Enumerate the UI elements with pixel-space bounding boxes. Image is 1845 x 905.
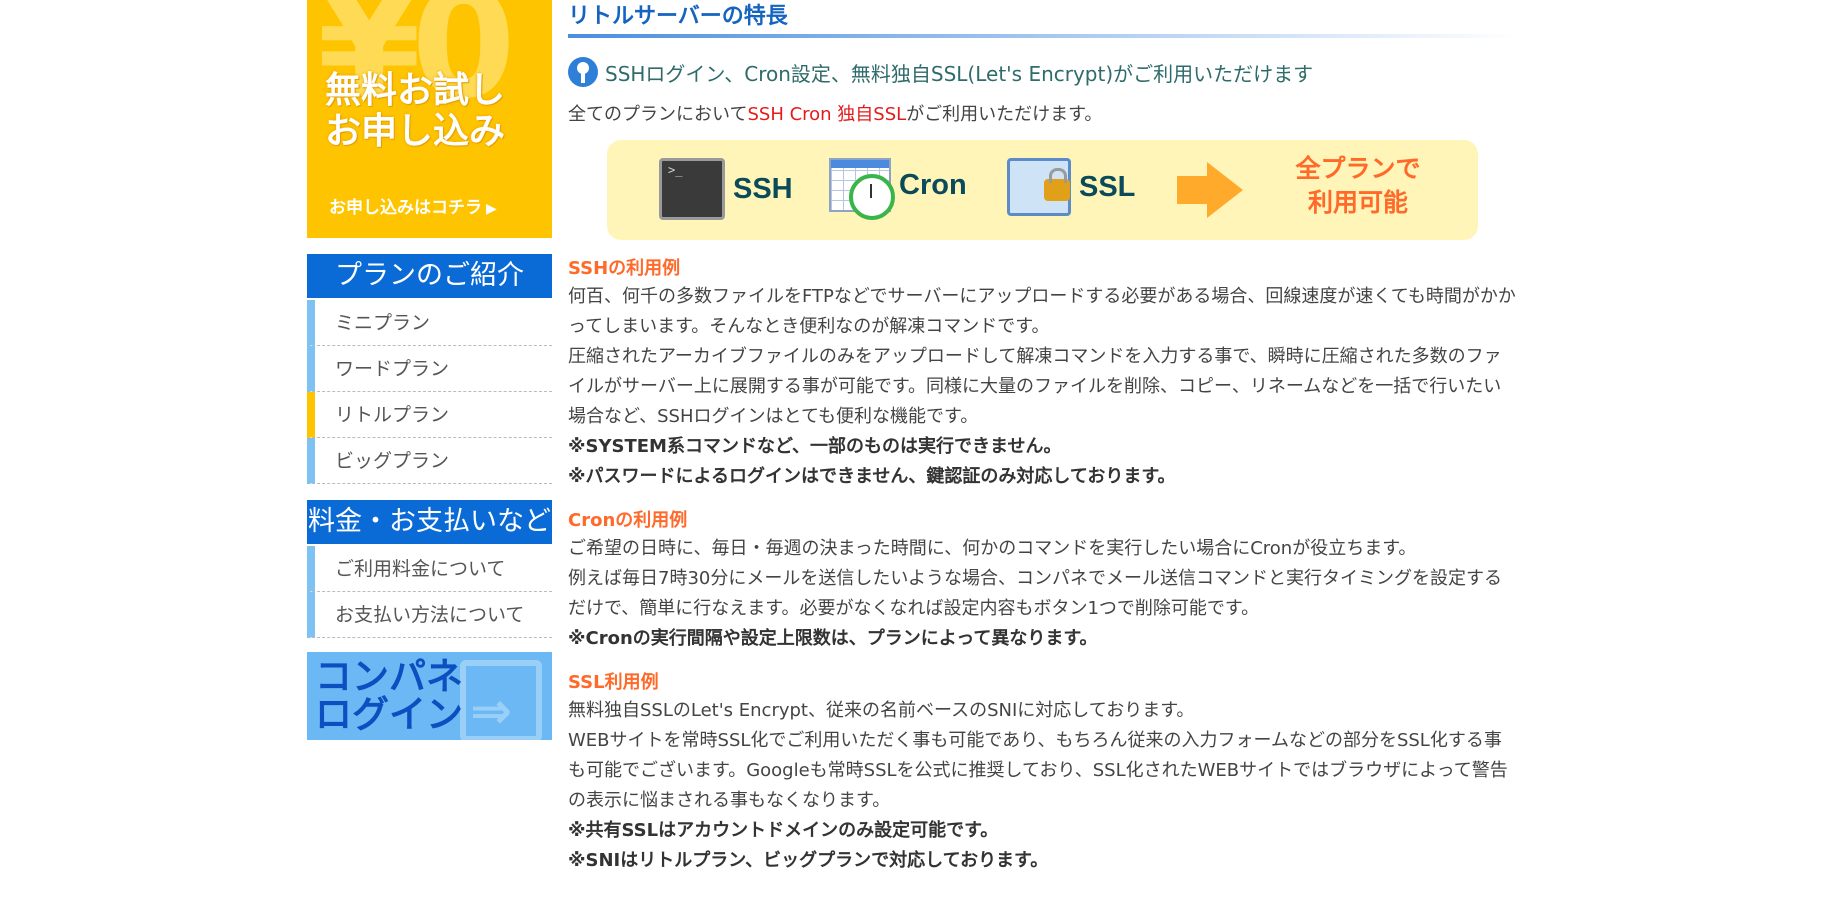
free-trial-cta[interactable]: お申し込みはコチラ ▶ [329,193,497,218]
feature-summary: SSHログイン、Cron設定、無料独自SSL(Let's Encrypt)がご利… [568,56,1518,88]
intro-highlight: SSH Cron 独自SSL [747,104,907,125]
banner-all-line1: 全プランで [1295,154,1421,183]
ssl-section-title: SSL利用例 [568,672,659,693]
banner-cron: Cron [829,158,967,220]
menu-item-payment-methods[interactable]: お支払い方法について [307,592,552,638]
cron-paragraph-1: ご希望の日時に、毎日・毎週の決まった時間に、何かのコマンドを実行したい場合にCr… [568,538,1417,559]
features-banner: SSH Cron SSL 全プランで 利用可能 [607,140,1478,240]
banner-all-line2: 利用可能 [1307,187,1408,217]
login-arrow-icon: ⇒ [470,682,512,740]
ssl-note-2: ※SNIはリトルプラン、ビッグプランで対応しております。 [568,850,1049,871]
banner-ssh: SSH [659,158,793,220]
free-trial-cta-label: お申し込みはコチラ [329,198,482,218]
cron-section: Cronの利用例 ご希望の日時に、毎日・毎週の決まった時間に、何かのコマンドを実… [568,508,1518,654]
plans-heading: プランのご紹介 [307,254,552,298]
intro-suffix: がご利用いただけます。 [906,104,1103,125]
ssh-note-1: ※SYSTEM系コマンドなど、一部のものは実行できません。 [568,436,1062,457]
pricing-menu: ご利用料金について お支払い方法について [307,546,552,638]
control-panel-login-text: コンパネ ログイン [315,658,463,733]
main-content: リトルサーバーの特長 SSHログイン、Cron設定、無料独自SSL(Let's … [568,0,1518,876]
ssh-paragraph-1: 何百、何千の多数ファイルをFTPなどでサーバーにアップロードする必要がある場合、… [568,286,1516,337]
sidebar: ¥0 無料お試し お申し込み お申し込みはコチラ ▶ プランのご紹介 ミニプラン … [307,0,552,740]
free-trial-title: 無料お試し お申し込み [325,70,505,153]
title-underline [568,34,1518,38]
banner-all-plans: 全プランで 利用可能 [1283,152,1433,220]
menu-item-word-plan[interactable]: ワードプラン [307,346,552,392]
banner-ssl: SSL [1007,158,1135,216]
arrow-right-icon-shaft [1177,176,1211,204]
free-trial-title-line1: 無料お試し [325,70,506,111]
control-panel-login-banner[interactable]: ⇒ コンパネ ログイン [307,652,552,740]
ssh-paragraph-2: 圧縮されたアーカイブファイルのみをアップロードして解凍コマンドを入力する事で、瞬… [568,346,1502,427]
free-trial-title-line2: お申し込み [325,111,506,153]
monitor-lock-icon [1007,158,1071,216]
cron-paragraph-2: 例えば毎日7時30分にメールを送信したいような場合、コンパネでメール送信コマンド… [568,568,1502,619]
terminal-icon [659,158,725,220]
banner-ssl-label: SSL [1079,170,1136,203]
banner-cron-label: Cron [899,168,967,201]
menu-item-little-plan[interactable]: リトルプラン [307,392,552,438]
page-title: リトルサーバーの特長 [568,4,788,29]
ssl-paragraph-1: 無料独自SSLのLet's Encrypt、従来の名前ベースのSNIに対応してお… [568,700,1195,721]
free-trial-banner[interactable]: ¥0 無料お試し お申し込み お申し込みはコチラ ▶ [307,0,552,238]
arrow-right-icon [1207,162,1243,218]
cron-section-title: Cronの利用例 [568,510,688,531]
ssh-note-2: ※パスワードによるログインはできません、鍵認証のみ対応しております。 [568,466,1176,487]
cp-line2: ログイン [315,692,463,736]
intro-prefix: 全てのプランにおいて [568,104,748,125]
ssl-note-1: ※共有SSLはアカウントドメインのみ設定可能です。 [568,820,999,841]
ssh-section-title: SSHの利用例 [568,258,681,279]
banner-ssh-label: SSH [733,172,793,205]
intro-text: 全てのプランにおいてSSH Cron 独自SSLがご利用いただけます。 [568,100,1518,126]
feature-summary-text: SSHログイン、Cron設定、無料独自SSL(Let's Encrypt)がご利… [605,61,1314,86]
pricing-heading: 料金・お支払いなど [307,500,552,544]
play-arrow-icon: ▶ [486,201,497,217]
info-pin-icon [568,57,598,87]
menu-item-big-plan[interactable]: ビッグプラン [307,438,552,484]
cron-note-1: ※Cronの実行間隔や設定上限数は、プランによって異なります。 [568,628,1098,649]
calendar-clock-icon [829,158,895,220]
ssl-section: SSL利用例 無料独自SSLのLet's Encrypt、従来の名前ベースのSN… [568,670,1518,876]
menu-item-fees[interactable]: ご利用料金について [307,546,552,592]
plans-menu: ミニプラン ワードプラン リトルプラン ビッグプラン [307,300,552,484]
menu-item-mini-plan[interactable]: ミニプラン [307,300,552,346]
cp-line1: コンパネ [315,655,463,698]
ssl-paragraph-2: WEBサイトを常時SSL化でご利用いただく事も可能であり、もちろん従来の入力フォ… [568,730,1508,811]
ssh-section: SSHの利用例 何百、何千の多数ファイルをFTPなどでサーバーにアップロードする… [568,256,1518,492]
